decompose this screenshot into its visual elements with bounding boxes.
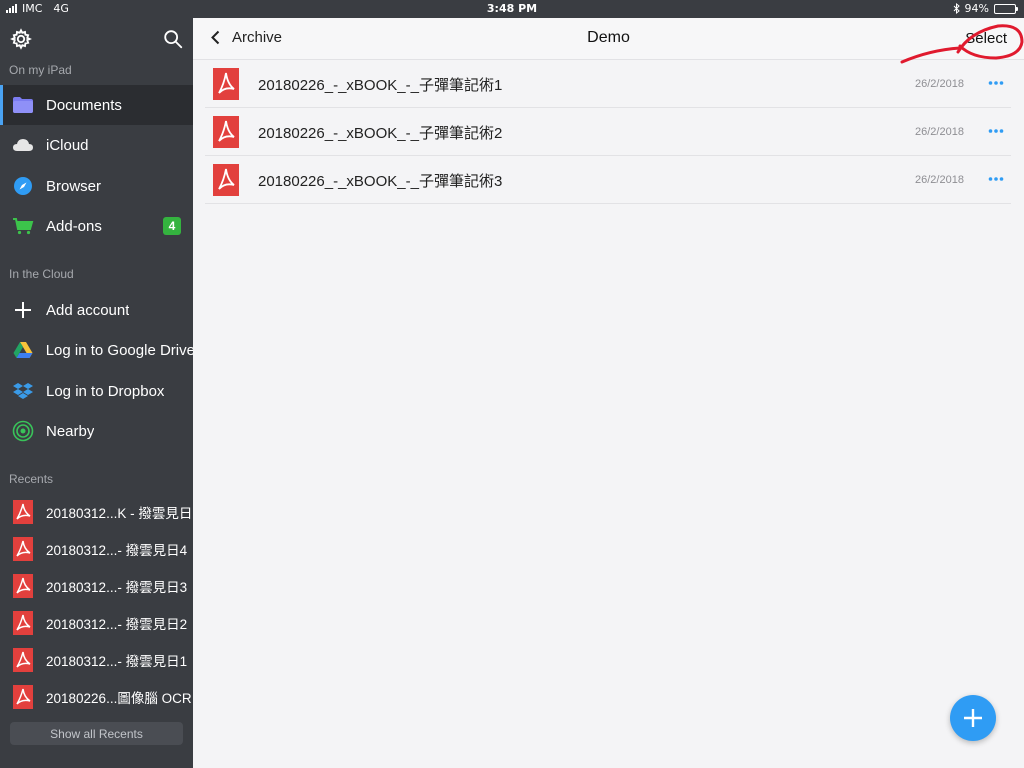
pdf-file-icon <box>13 499 33 524</box>
status-time: 3:48 PM <box>486 2 538 15</box>
bluetooth-icon <box>953 3 960 14</box>
sidebar-item-label: Browser <box>46 177 102 195</box>
recent-item-label: 20180312...- 撥雲見日2 <box>46 616 188 632</box>
recent-item-label: 20180312...K - 撥雲見日 <box>46 505 191 521</box>
sidebar-header <box>0 18 193 62</box>
recent-item[interactable]: 20180312...- 撥雲見日3 <box>0 567 193 604</box>
sidebar-item-label: Add-ons <box>46 217 102 235</box>
sidebar-item-label: Documents <box>46 96 122 114</box>
file-date: 26/2/2018 <box>915 126 964 138</box>
pdf-file-icon <box>213 164 239 196</box>
file-date: 26/2/2018 <box>915 78 964 90</box>
more-options-icon[interactable] <box>988 75 1004 91</box>
sidebar-item-label: Log in to Dropbox <box>46 382 165 400</box>
pdf-file-icon <box>13 684 33 709</box>
sidebar-item-add-ons[interactable]: Add-ons 4 <box>0 206 193 246</box>
sidebar-item-nearby[interactable]: Nearby <box>0 411 193 451</box>
sidebar-item-icloud[interactable]: iCloud <box>0 125 193 165</box>
more-options-icon[interactable] <box>988 123 1004 139</box>
battery-icon <box>994 3 1018 14</box>
status-bar: IMC 4G 3:48 PM 94% <box>0 0 1024 18</box>
compass-icon <box>12 175 34 197</box>
folder-icon <box>12 94 34 116</box>
file-row[interactable]: 20180226_-_xBOOK_-_子彈筆記術2 26/2/2018 <box>205 108 1011 156</box>
recent-item[interactable]: 20180312...K - 撥雲見日 <box>0 493 193 530</box>
file-name: 20180226_-_xBOOK_-_子彈筆記術3 <box>258 173 503 190</box>
search-icon[interactable] <box>162 28 184 50</box>
recent-item-label: 20180312...- 撥雲見日3 <box>46 579 188 595</box>
file-row[interactable]: 20180226_-_xBOOK_-_子彈筆記術1 26/2/2018 <box>205 60 1011 108</box>
sidebar-item-label: Nearby <box>46 422 95 440</box>
sidebar-item-label: Log in to Google Drive <box>45 341 193 359</box>
show-all-recents-button[interactable]: Show all Recents <box>10 722 183 745</box>
sidebar-item-google-drive[interactable]: Log in to Google Drive <box>0 330 193 370</box>
pdf-file-icon <box>13 610 33 635</box>
recent-item[interactable]: 20180312...- 撥雲見日1 <box>0 641 193 678</box>
pdf-file-icon <box>13 536 33 561</box>
sidebar-item-dropbox[interactable]: Log in to Dropbox <box>0 371 193 411</box>
recent-item-label: 20180312...- 撥雲見日4 <box>46 542 188 558</box>
recent-item[interactable]: 20180312...- 撥雲見日4 <box>0 530 193 567</box>
google-drive-icon <box>12 339 34 361</box>
main-content: Archive Demo Select 20180226_-_xBOOK_-_子… <box>193 18 1024 768</box>
plus-icon <box>964 709 982 727</box>
page-title: Demo <box>587 29 630 46</box>
recent-item-label: 20180312...- 撥雲見日1 <box>46 653 188 669</box>
file-row[interactable]: 20180226_-_xBOOK_-_子彈筆記術3 26/2/2018 <box>205 156 1011 204</box>
sidebar-item-label: iCloud <box>46 136 89 154</box>
dropbox-icon <box>12 380 34 402</box>
pdf-file-icon <box>13 647 33 672</box>
sidebar: On my iPad Documents iCloud Browser Add-… <box>0 18 193 768</box>
sidebar-item-browser[interactable]: Browser <box>0 166 193 206</box>
gear-icon[interactable] <box>10 28 32 50</box>
recent-item[interactable]: 20180312...- 撥雲見日2 <box>0 604 193 641</box>
file-name: 20180226_-_xBOOK_-_子彈筆記術2 <box>258 125 503 142</box>
file-date: 26/2/2018 <box>915 174 964 186</box>
sidebar-item-documents[interactable]: Documents <box>0 85 193 125</box>
file-name: 20180226_-_xBOOK_-_子彈筆記術1 <box>258 77 503 94</box>
plus-icon <box>12 299 34 321</box>
more-options-icon[interactable] <box>988 171 1004 187</box>
recent-item-label: 20180226...圖像腦 OCR <box>46 690 191 706</box>
add-button[interactable] <box>950 695 996 741</box>
cart-icon <box>12 215 34 237</box>
cloud-icon <box>12 134 34 156</box>
navigation-bar: Archive Demo Select <box>193 18 1024 60</box>
sidebar-item-label: Add account <box>46 301 130 319</box>
select-button[interactable]: Select <box>965 30 1007 47</box>
nearby-icon <box>12 420 34 442</box>
recent-item[interactable]: 20180226...圖像腦 OCR <box>0 678 193 715</box>
sidebar-item-add-account[interactable]: Add account <box>0 290 193 330</box>
status-right: 94% <box>953 2 1018 15</box>
pdf-file-icon <box>213 116 239 148</box>
pdf-file-icon <box>213 68 239 100</box>
section-on-my-ipad: On my iPad <box>9 63 72 77</box>
section-recents: Recents <box>9 472 54 486</box>
battery-percent: 94% <box>964 2 989 15</box>
add-ons-badge: 4 <box>163 217 181 235</box>
section-in-the-cloud: In the Cloud <box>9 267 74 281</box>
pdf-file-icon <box>13 573 33 598</box>
